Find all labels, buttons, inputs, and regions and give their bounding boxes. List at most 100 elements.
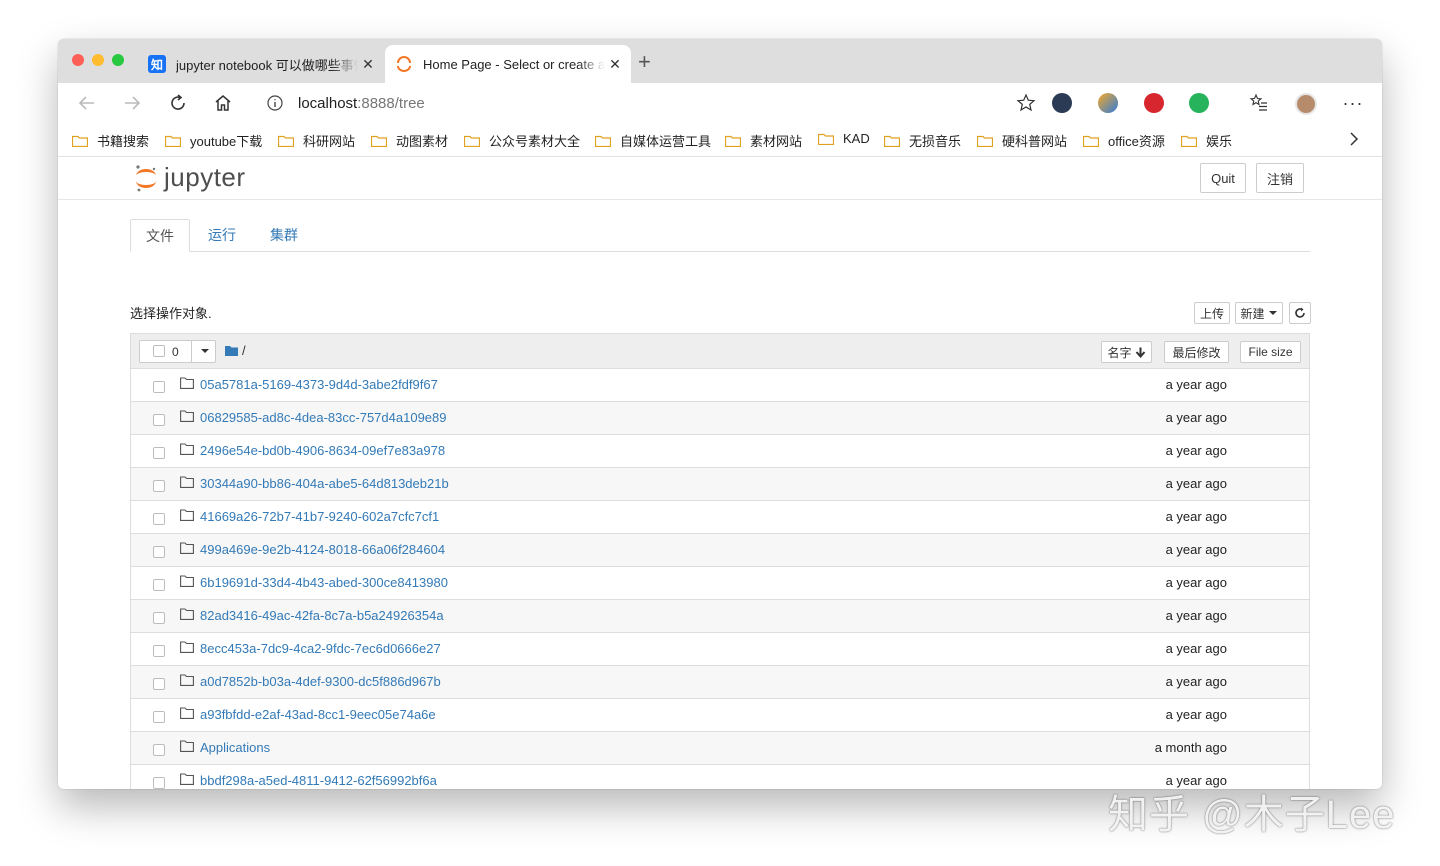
folder-icon [818, 133, 834, 145]
new-dropdown-button[interactable]: 新建 [1235, 302, 1283, 324]
logout-button[interactable]: 注销 [1256, 163, 1304, 193]
file-row[interactable]: 41669a26-72b7-41b7-9240-602a7cfc7cf1 a y… [131, 501, 1309, 534]
maximize-window-button[interactable] [112, 54, 124, 66]
file-row[interactable]: a93fbfdd-e2af-43ad-8cc1-9eec05e74a6e a y… [131, 699, 1309, 732]
quit-button[interactable]: Quit [1200, 163, 1246, 193]
upload-button[interactable]: 上传 [1194, 302, 1230, 324]
back-icon[interactable] [76, 92, 98, 114]
info-icon[interactable] [266, 94, 284, 112]
jupyter-header: jupyter Quit 注销 [58, 157, 1382, 200]
bookmark-folder[interactable]: 动图素材 [371, 131, 448, 150]
bookmark-folder[interactable]: KAD [818, 131, 870, 146]
bookmark-folder[interactable]: 无损音乐 [884, 131, 961, 150]
select-all-checkbox[interactable] [153, 345, 165, 357]
extension-check-icon[interactable] [1189, 93, 1209, 113]
row-checkbox[interactable] [153, 645, 165, 657]
tab-running[interactable]: 运行 [200, 219, 244, 251]
file-row[interactable]: 30344a90-bb86-404a-abe5-64d813deb21b a y… [131, 468, 1309, 501]
folder-icon [180, 542, 194, 554]
profile-avatar[interactable] [1295, 93, 1317, 115]
forward-icon[interactable] [121, 92, 143, 114]
tab-files[interactable]: 文件 [130, 219, 190, 252]
bookmark-folder[interactable]: youtube下载 [165, 131, 262, 150]
folder-link[interactable]: 41669a26-72b7-41b7-9240-602a7cfc7cf1 [200, 509, 439, 524]
folder-link[interactable]: a93fbfdd-e2af-43ad-8cc1-9eec05e74a6e [200, 707, 436, 722]
bookmark-folder[interactable]: 娱乐 [1181, 131, 1232, 150]
bookmark-folder[interactable]: office资源 [1083, 131, 1165, 150]
file-row[interactable]: 05a5781a-5169-4373-9d4d-3abe2fdf9f67 a y… [131, 369, 1309, 402]
close-tab-icon[interactable]: ✕ [358, 56, 378, 73]
file-row[interactable]: 82ad3416-49ac-42fa-8c7a-b5a24926354a a y… [131, 600, 1309, 633]
jupyter-logo[interactable]: jupyter [134, 162, 246, 193]
row-checkbox[interactable] [153, 513, 165, 525]
chevron-right-icon[interactable] [1348, 131, 1360, 152]
folder-link[interactable]: Applications [200, 740, 270, 755]
folder-link[interactable]: 30344a90-bb86-404a-abe5-64d813deb21b [200, 476, 449, 491]
favorites-list-icon[interactable] [1248, 92, 1270, 114]
selection-menu-caret-icon[interactable] [200, 344, 210, 363]
home-icon[interactable] [212, 92, 234, 114]
row-checkbox[interactable] [153, 480, 165, 492]
browser-window: 知 jupyter notebook 可以做哪些事情 ✕ Home Page -… [58, 39, 1382, 789]
file-list: 0 / 名字 最后修改 File size 05a5781a-5169-4373… [130, 333, 1310, 789]
modified-time: a year ago [1165, 674, 1227, 689]
file-row[interactable]: Applications a month ago [131, 732, 1309, 765]
extension-shield-icon[interactable] [1098, 93, 1118, 113]
file-row[interactable]: 2496e54e-bd0b-4906-8634-09ef7e83a978 a y… [131, 435, 1309, 468]
file-row[interactable]: 6b19691d-33d4-4b43-abed-300ce8413980 a y… [131, 567, 1309, 600]
extension-download-icon[interactable] [1052, 93, 1072, 113]
row-checkbox[interactable] [153, 414, 165, 426]
close-window-button[interactable] [72, 54, 84, 66]
bookmark-folder[interactable]: 科研网站 [278, 131, 355, 150]
browser-tab-jupyter[interactable]: Home Page - Select or create a notebook … [385, 45, 631, 83]
refresh-icon[interactable] [167, 92, 189, 114]
folder-link[interactable]: 06829585-ad8c-4dea-83cc-757d4a109e89 [200, 410, 447, 425]
more-menu-icon[interactable]: ··· [1342, 92, 1364, 114]
address-bar[interactable]: localhost:8888/tree [254, 87, 1036, 119]
folder-icon [72, 135, 88, 147]
row-checkbox[interactable] [153, 744, 165, 756]
sort-by-name-button[interactable]: 名字 [1101, 341, 1152, 363]
minimize-window-button[interactable] [92, 54, 104, 66]
extension-adblock-icon[interactable] [1144, 93, 1164, 113]
bookmark-folder[interactable]: 公众号素材大全 [464, 131, 580, 150]
file-row[interactable]: 06829585-ad8c-4dea-83cc-757d4a109e89 a y… [131, 402, 1309, 435]
file-row[interactable]: 499a469e-9e2b-4124-8018-66a06f284604 a y… [131, 534, 1309, 567]
sort-by-modified-button[interactable]: 最后修改 [1164, 341, 1229, 363]
bookmark-folder[interactable]: 自媒体运营工具 [595, 131, 711, 150]
row-checkbox[interactable] [153, 777, 165, 789]
folder-link[interactable]: 2496e54e-bd0b-4906-8634-09ef7e83a978 [200, 443, 445, 458]
sort-by-size-button[interactable]: File size [1240, 341, 1301, 363]
folder-icon [1181, 135, 1197, 147]
bookmark-folder[interactable]: 书籍搜索 [72, 131, 149, 150]
bookmark-folder[interactable]: 素材网站 [725, 131, 802, 150]
row-checkbox[interactable] [153, 447, 165, 459]
folder-icon[interactable] [225, 345, 238, 356]
folder-link[interactable]: 05a5781a-5169-4373-9d4d-3abe2fdf9f67 [200, 377, 438, 392]
row-checkbox[interactable] [153, 678, 165, 690]
close-tab-icon[interactable]: ✕ [605, 56, 625, 73]
folder-link[interactable]: 6b19691d-33d4-4b43-abed-300ce8413980 [200, 575, 448, 590]
tab-title: jupyter notebook 可以做哪些事情 [176, 57, 358, 73]
new-tab-icon[interactable]: + [638, 51, 651, 73]
jupyter-page: jupyter Quit 注销 文件 运行 集群 选择操作对象. 上传 新建 0 [58, 157, 1382, 789]
folder-link[interactable]: 8ecc453a-7dc9-4ca2-9fdc-7ec6d0666e27 [200, 641, 441, 656]
folder-link[interactable]: 499a469e-9e2b-4124-8018-66a06f284604 [200, 542, 445, 557]
modified-time: a year ago [1165, 410, 1227, 425]
row-checkbox[interactable] [153, 579, 165, 591]
folder-link[interactable]: bbdf298a-a5ed-4811-9412-62f56992bf6a [200, 773, 437, 788]
folder-link[interactable]: a0d7852b-b03a-4def-9300-dc5f886d967b [200, 674, 441, 689]
favorite-star-icon[interactable] [1016, 93, 1036, 118]
file-row[interactable]: 8ecc453a-7dc9-4ca2-9fdc-7ec6d0666e27 a y… [131, 633, 1309, 666]
file-row[interactable]: a0d7852b-b03a-4def-9300-dc5f886d967b a y… [131, 666, 1309, 699]
browser-tab-zhihu[interactable]: 知 jupyter notebook 可以做哪些事情 ✕ [138, 45, 384, 83]
folder-link[interactable]: 82ad3416-49ac-42fa-8c7a-b5a24926354a [200, 608, 444, 623]
breadcrumb-root[interactable]: / [242, 343, 246, 358]
row-checkbox[interactable] [153, 612, 165, 624]
row-checkbox[interactable] [153, 546, 165, 558]
row-checkbox[interactable] [153, 711, 165, 723]
bookmark-folder[interactable]: 硬科普网站 [977, 131, 1067, 150]
refresh-list-button[interactable] [1289, 302, 1311, 324]
tab-clusters[interactable]: 集群 [262, 219, 306, 251]
row-checkbox[interactable] [153, 381, 165, 393]
